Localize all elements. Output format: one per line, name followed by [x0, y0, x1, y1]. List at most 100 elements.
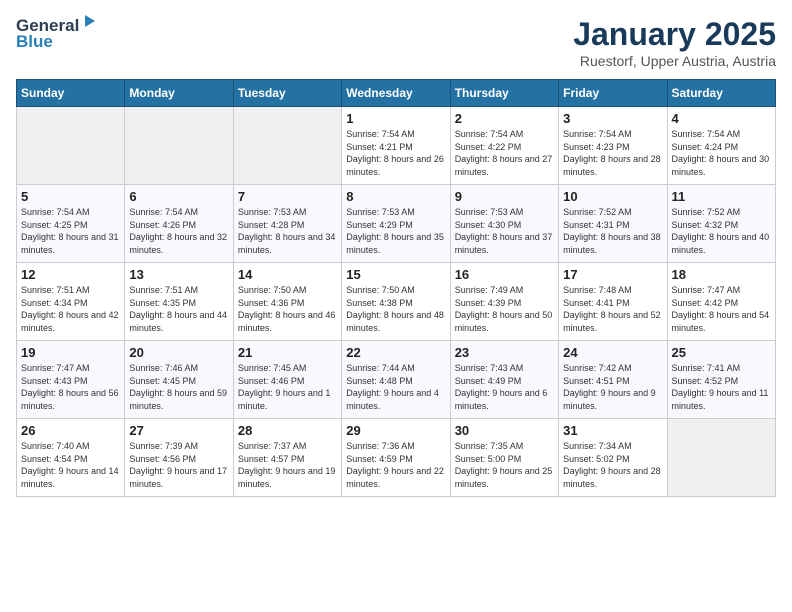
- weekday-header: Monday: [125, 80, 233, 107]
- day-info: Sunrise: 7:54 AM Sunset: 4:21 PM Dayligh…: [346, 128, 445, 178]
- calendar-cell: 27 Sunrise: 7:39 AM Sunset: 4:56 PM Dayli…: [125, 419, 233, 497]
- day-number: 30: [455, 423, 554, 438]
- calendar-cell: 7 Sunrise: 7:53 AM Sunset: 4:28 PM Daylig…: [233, 185, 341, 263]
- day-number: 18: [672, 267, 771, 282]
- calendar-cell: 20 Sunrise: 7:46 AM Sunset: 4:45 PM Dayli…: [125, 341, 233, 419]
- logo-icon: [81, 13, 97, 29]
- day-number: 2: [455, 111, 554, 126]
- day-number: 12: [21, 267, 120, 282]
- calendar-cell: 9 Sunrise: 7:53 AM Sunset: 4:30 PM Daylig…: [450, 185, 558, 263]
- calendar-cell: 15 Sunrise: 7:50 AM Sunset: 4:38 PM Dayli…: [342, 263, 450, 341]
- day-number: 7: [238, 189, 337, 204]
- day-info: Sunrise: 7:53 AM Sunset: 4:30 PM Dayligh…: [455, 206, 554, 256]
- day-info: Sunrise: 7:52 AM Sunset: 4:31 PM Dayligh…: [563, 206, 662, 256]
- day-info: Sunrise: 7:50 AM Sunset: 4:36 PM Dayligh…: [238, 284, 337, 334]
- calendar-cell: 4 Sunrise: 7:54 AM Sunset: 4:24 PM Daylig…: [667, 107, 775, 185]
- calendar-cell: 1 Sunrise: 7:54 AM Sunset: 4:21 PM Daylig…: [342, 107, 450, 185]
- calendar-cell: 21 Sunrise: 7:45 AM Sunset: 4:46 PM Dayli…: [233, 341, 341, 419]
- calendar-table: SundayMondayTuesdayWednesdayThursdayFrid…: [16, 79, 776, 497]
- day-info: Sunrise: 7:41 AM Sunset: 4:52 PM Dayligh…: [672, 362, 771, 412]
- day-info: Sunrise: 7:34 AM Sunset: 5:02 PM Dayligh…: [563, 440, 662, 490]
- day-number: 1: [346, 111, 445, 126]
- calendar-cell: 28Sunrise: 7:37 AM Sunset: 4:57 PM Dayli…: [233, 419, 341, 497]
- day-number: 6: [129, 189, 228, 204]
- day-number: 15: [346, 267, 445, 282]
- day-number: 4: [672, 111, 771, 126]
- calendar-week-row: 26 Sunrise: 7:40 AM Sunset: 4:54 PM Dayli…: [17, 419, 776, 497]
- weekday-header-row: SundayMondayTuesdayWednesdayThursdayFrid…: [17, 80, 776, 107]
- day-number: 3: [563, 111, 662, 126]
- day-number: 20: [129, 345, 228, 360]
- weekday-header: Sunday: [17, 80, 125, 107]
- weekday-header: Saturday: [667, 80, 775, 107]
- day-info: Sunrise: 7:53 AM Sunset: 4:28 PM Dayligh…: [238, 206, 337, 256]
- calendar-cell: 30 Sunrise: 7:35 AM Sunset: 5:00 PM Dayli…: [450, 419, 558, 497]
- day-info: Sunrise: 7:35 AM Sunset: 5:00 PM Dayligh…: [455, 440, 554, 490]
- calendar-cell: 2 Sunrise: 7:54 AM Sunset: 4:22 PM Daylig…: [450, 107, 558, 185]
- day-number: 27: [129, 423, 228, 438]
- day-info: Sunrise: 7:42 AM Sunset: 4:51 PM Dayligh…: [563, 362, 662, 412]
- calendar-cell: 8 Sunrise: 7:53 AM Sunset: 4:29 PM Daylig…: [342, 185, 450, 263]
- day-number: 19: [21, 345, 120, 360]
- day-info: Sunrise: 7:54 AM Sunset: 4:26 PM Dayligh…: [129, 206, 228, 256]
- calendar-cell: 22Sunrise: 7:44 AM Sunset: 4:48 PM Dayli…: [342, 341, 450, 419]
- calendar-title: January 2025: [573, 16, 776, 53]
- calendar-cell: 16Sunrise: 7:49 AM Sunset: 4:39 PM Dayli…: [450, 263, 558, 341]
- day-number: 24: [563, 345, 662, 360]
- day-info: Sunrise: 7:54 AM Sunset: 4:22 PM Dayligh…: [455, 128, 554, 178]
- day-info: Sunrise: 7:54 AM Sunset: 4:23 PM Dayligh…: [563, 128, 662, 178]
- calendar-week-row: 19 Sunrise: 7:47 AM Sunset: 4:43 PM Dayli…: [17, 341, 776, 419]
- weekday-header: Thursday: [450, 80, 558, 107]
- day-number: 5: [21, 189, 120, 204]
- calendar-cell: [17, 107, 125, 185]
- day-number: 29: [346, 423, 445, 438]
- day-number: 31: [563, 423, 662, 438]
- calendar-cell: 24 Sunrise: 7:42 AM Sunset: 4:51 PM Dayli…: [559, 341, 667, 419]
- calendar-cell: 29 Sunrise: 7:36 AM Sunset: 4:59 PM Dayli…: [342, 419, 450, 497]
- day-info: Sunrise: 7:51 AM Sunset: 4:35 PM Dayligh…: [129, 284, 228, 334]
- day-number: 9: [455, 189, 554, 204]
- day-info: Sunrise: 7:36 AM Sunset: 4:59 PM Dayligh…: [346, 440, 445, 490]
- calendar-cell: 25 Sunrise: 7:41 AM Sunset: 4:52 PM Dayli…: [667, 341, 775, 419]
- day-number: 13: [129, 267, 228, 282]
- day-info: Sunrise: 7:54 AM Sunset: 4:25 PM Dayligh…: [21, 206, 120, 256]
- calendar-week-row: 5 Sunrise: 7:54 AM Sunset: 4:25 PM Daylig…: [17, 185, 776, 263]
- calendar-cell: 19 Sunrise: 7:47 AM Sunset: 4:43 PM Dayli…: [17, 341, 125, 419]
- day-number: 14: [238, 267, 337, 282]
- weekday-header: Tuesday: [233, 80, 341, 107]
- day-info: Sunrise: 7:46 AM Sunset: 4:45 PM Dayligh…: [129, 362, 228, 412]
- day-info: Sunrise: 7:49 AM Sunset: 4:39 PM Dayligh…: [455, 284, 554, 334]
- day-info: Sunrise: 7:54 AM Sunset: 4:24 PM Dayligh…: [672, 128, 771, 178]
- calendar-cell: 3 Sunrise: 7:54 AM Sunset: 4:23 PM Daylig…: [559, 107, 667, 185]
- calendar-cell: 12Sunrise: 7:51 AM Sunset: 4:34 PM Dayli…: [17, 263, 125, 341]
- day-number: 26: [21, 423, 120, 438]
- day-number: 21: [238, 345, 337, 360]
- day-info: Sunrise: 7:37 AM Sunset: 4:57 PM Dayligh…: [238, 440, 337, 490]
- day-number: 17: [563, 267, 662, 282]
- calendar-cell: 31 Sunrise: 7:34 AM Sunset: 5:02 PM Dayli…: [559, 419, 667, 497]
- day-info: Sunrise: 7:50 AM Sunset: 4:38 PM Dayligh…: [346, 284, 445, 334]
- day-info: Sunrise: 7:47 AM Sunset: 4:43 PM Dayligh…: [21, 362, 120, 412]
- calendar-week-row: 1 Sunrise: 7:54 AM Sunset: 4:21 PM Daylig…: [17, 107, 776, 185]
- day-number: 11: [672, 189, 771, 204]
- day-info: Sunrise: 7:39 AM Sunset: 4:56 PM Dayligh…: [129, 440, 228, 490]
- calendar-cell: [125, 107, 233, 185]
- page-header: General Blue January 2025 Ruestorf, Uppe…: [16, 16, 776, 69]
- calendar-cell: 14 Sunrise: 7:50 AM Sunset: 4:36 PM Dayli…: [233, 263, 341, 341]
- logo: General Blue: [16, 16, 97, 52]
- calendar-cell: 18 Sunrise: 7:47 AM Sunset: 4:42 PM Dayli…: [667, 263, 775, 341]
- day-number: 25: [672, 345, 771, 360]
- day-info: Sunrise: 7:44 AM Sunset: 4:48 PM Dayligh…: [346, 362, 445, 412]
- day-info: Sunrise: 7:40 AM Sunset: 4:54 PM Dayligh…: [21, 440, 120, 490]
- day-number: 10: [563, 189, 662, 204]
- day-info: Sunrise: 7:53 AM Sunset: 4:29 PM Dayligh…: [346, 206, 445, 256]
- day-info: Sunrise: 7:43 AM Sunset: 4:49 PM Dayligh…: [455, 362, 554, 412]
- day-info: Sunrise: 7:47 AM Sunset: 4:42 PM Dayligh…: [672, 284, 771, 334]
- weekday-header: Wednesday: [342, 80, 450, 107]
- calendar-cell: 23Sunrise: 7:43 AM Sunset: 4:49 PM Dayli…: [450, 341, 558, 419]
- day-info: Sunrise: 7:48 AM Sunset: 4:41 PM Dayligh…: [563, 284, 662, 334]
- day-info: Sunrise: 7:45 AM Sunset: 4:46 PM Dayligh…: [238, 362, 337, 412]
- calendar-cell: 6 Sunrise: 7:54 AM Sunset: 4:26 PM Daylig…: [125, 185, 233, 263]
- title-area: January 2025 Ruestorf, Upper Austria, Au…: [573, 16, 776, 69]
- day-number: 8: [346, 189, 445, 204]
